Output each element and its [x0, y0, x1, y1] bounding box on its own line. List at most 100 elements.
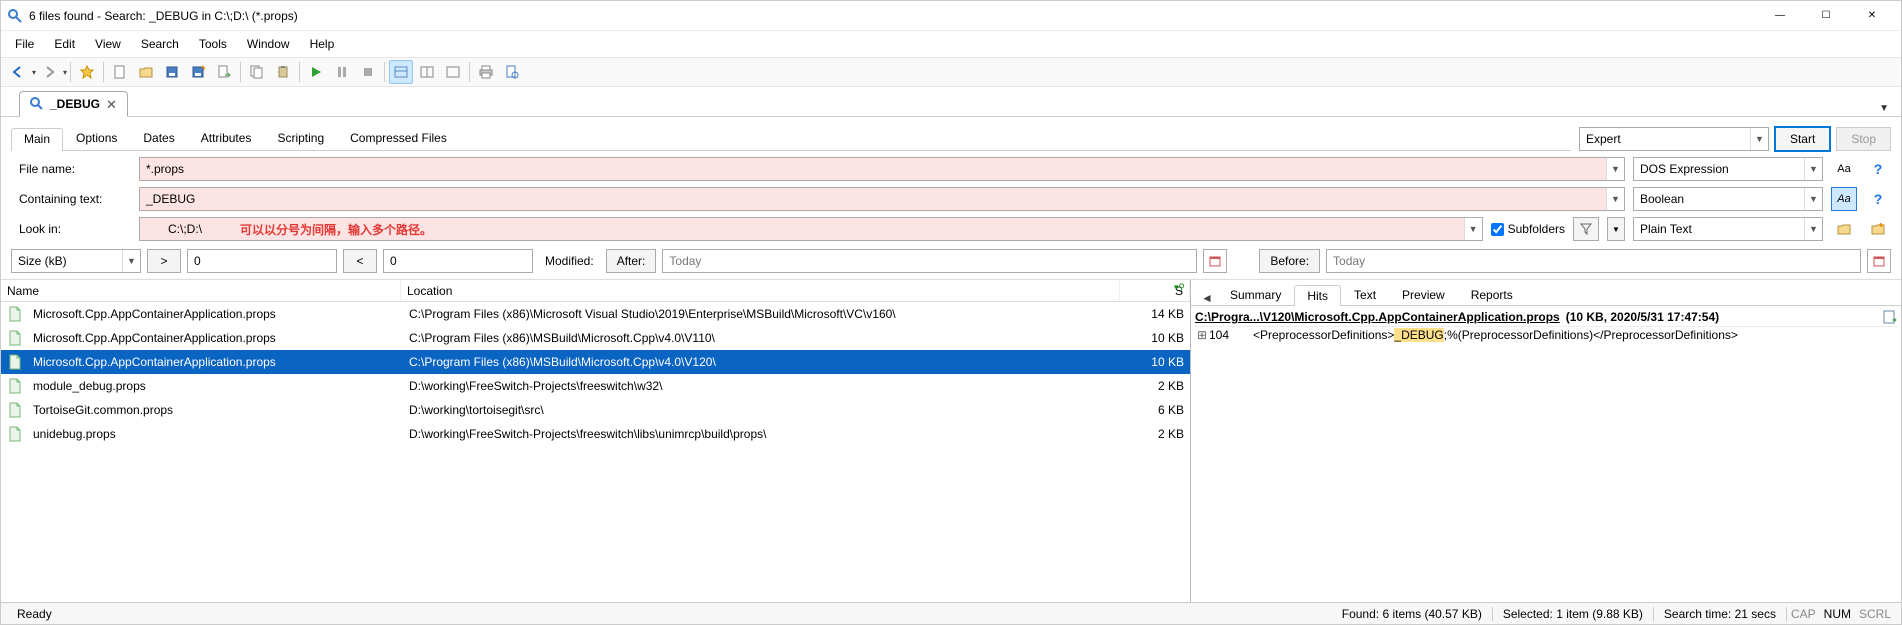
table-row[interactable]: Microsoft.Cpp.AppContainerApplication.pr… — [1, 326, 1190, 350]
results-body[interactable]: Microsoft.Cpp.AppContainerApplication.pr… — [1, 302, 1190, 602]
mode-combo[interactable]: Expert ▼ — [1579, 127, 1769, 151]
subfolders-check[interactable] — [1491, 223, 1504, 236]
gt-button[interactable]: > — [147, 249, 181, 273]
containing-input[interactable]: _DEBUG ▼ — [139, 187, 1625, 211]
chevron-down-icon[interactable]: ▼ — [1804, 218, 1822, 240]
stop-button[interactable] — [356, 60, 380, 84]
preview-tab-hits[interactable]: Hits — [1294, 285, 1341, 306]
case-toggle[interactable]: Aa — [1831, 157, 1857, 181]
run-button[interactable] — [304, 60, 328, 84]
form-tab-options[interactable]: Options — [63, 127, 130, 150]
new-search-button[interactable] — [108, 60, 132, 84]
goto-icon[interactable] — [1883, 310, 1897, 324]
preview-tab-preview[interactable]: Preview — [1389, 284, 1458, 305]
table-row[interactable]: TortoiseGit.common.propsD:\working\torto… — [1, 398, 1190, 422]
pause-button[interactable] — [330, 60, 354, 84]
hit-row[interactable]: ⊞ 104 <PreprocessorDefinitions>_DEBUG;%(… — [1195, 327, 1897, 343]
save-as-button[interactable] — [186, 60, 210, 84]
print-preview-button[interactable] — [500, 60, 524, 84]
paste-button[interactable] — [271, 60, 295, 84]
lookin-label: Look in: — [11, 222, 131, 236]
preview-tab-reports[interactable]: Reports — [1458, 284, 1526, 305]
size-min-input[interactable] — [187, 249, 337, 273]
engine-value: Boolean — [1634, 188, 1804, 210]
file-name-input[interactable]: *.props ▼ — [139, 157, 1625, 181]
preview-tab-text[interactable]: Text — [1341, 284, 1389, 305]
chevron-down-icon[interactable]: ▼ — [1464, 218, 1482, 240]
menu-search[interactable]: Search — [131, 33, 189, 55]
search-tab[interactable]: _DEBUG ✕ — [19, 91, 128, 117]
tab-close-icon[interactable]: ✕ — [106, 98, 117, 111]
chevron-down-icon[interactable]: ▼ — [122, 250, 140, 272]
after-date-input[interactable] — [662, 249, 1197, 273]
chevron-down-icon[interactable]: ▼ — [1804, 188, 1822, 210]
maximize-button[interactable]: ☐ — [1803, 1, 1849, 31]
num-indicator: NUM — [1820, 607, 1855, 621]
form-tab-main[interactable]: Main — [11, 128, 63, 151]
preview-tab-summary[interactable]: Summary — [1217, 284, 1294, 305]
size-max-input[interactable] — [383, 249, 533, 273]
filter-icon[interactable]: ▾⚲ — [1174, 282, 1185, 293]
browse-folder-button[interactable] — [1831, 217, 1857, 241]
form-tab-scripting[interactable]: Scripting — [264, 127, 337, 150]
forward-history-dropdown[interactable]: ▾ — [63, 68, 67, 77]
filter-button[interactable] — [1573, 217, 1599, 241]
size-unit-combo[interactable]: Size (kB) ▼ — [11, 249, 141, 273]
filter-dropdown[interactable]: ▼ — [1607, 217, 1625, 241]
start-button[interactable]: Start — [1775, 127, 1830, 151]
copy-button[interactable] — [245, 60, 269, 84]
chevron-down-icon[interactable]: ▼ — [1750, 128, 1768, 150]
export-button[interactable] — [212, 60, 236, 84]
case-toggle[interactable]: Aa — [1831, 187, 1857, 211]
back-history-dropdown[interactable]: ▾ — [32, 68, 36, 77]
lookin-input[interactable]: C:\;D:\ 可以以分号为间隔，输入多个路径。 ▼ — [139, 217, 1483, 241]
layout-1-button[interactable] — [389, 60, 413, 84]
add-folder-button[interactable] — [1865, 217, 1891, 241]
prev-tab-button[interactable]: ◄ — [1197, 291, 1217, 305]
tab-overflow-button[interactable]: ▼ — [1873, 101, 1895, 116]
close-button[interactable]: ✕ — [1849, 1, 1895, 31]
chevron-down-icon[interactable]: ▼ — [1606, 158, 1624, 180]
layout-3-button[interactable] — [441, 60, 465, 84]
forward-button[interactable] — [37, 60, 61, 84]
form-tabs: MainOptionsDatesAttributesScriptingCompr… — [11, 127, 460, 151]
table-row[interactable]: Microsoft.Cpp.AppContainerApplication.pr… — [1, 302, 1190, 326]
chevron-down-icon[interactable]: ▼ — [1804, 158, 1822, 180]
lt-button[interactable]: < — [343, 249, 377, 273]
save-button[interactable] — [160, 60, 184, 84]
menu-help[interactable]: Help — [300, 33, 345, 55]
file-name-engine-combo[interactable]: DOS Expression ▼ — [1633, 157, 1823, 181]
col-location[interactable]: Location — [401, 280, 1120, 301]
table-row[interactable]: module_debug.propsD:\working\FreeSwitch-… — [1, 374, 1190, 398]
expand-icon[interactable]: ⊞ — [1195, 328, 1209, 342]
cell-location: D:\working\FreeSwitch-Projects\freeswitc… — [403, 427, 1120, 441]
lookin-engine-combo[interactable]: Plain Text ▼ — [1633, 217, 1823, 241]
before-calendar-button[interactable] — [1867, 249, 1891, 273]
menu-view[interactable]: View — [85, 33, 131, 55]
preview-file-path[interactable]: C:\Progra...\V120\Microsoft.Cpp.AppConta… — [1195, 310, 1560, 324]
menu-file[interactable]: File — [5, 33, 44, 55]
col-size[interactable]: S▾⚲ — [1120, 280, 1190, 301]
form-tab-dates[interactable]: Dates — [130, 127, 187, 150]
subfolders-checkbox[interactable]: Subfolders — [1491, 222, 1565, 236]
layout-2-button[interactable] — [415, 60, 439, 84]
minimize-button[interactable]: — — [1757, 1, 1803, 31]
menu-window[interactable]: Window — [237, 33, 300, 55]
table-row[interactable]: unidebug.propsD:\working\FreeSwitch-Proj… — [1, 422, 1190, 446]
form-tab-compressed-files[interactable]: Compressed Files — [337, 127, 460, 150]
col-name[interactable]: Name — [1, 280, 401, 301]
menu-tools[interactable]: Tools — [189, 33, 237, 55]
before-date-input[interactable] — [1326, 249, 1861, 273]
open-button[interactable] — [134, 60, 158, 84]
help-file-name[interactable]: ? — [1865, 157, 1891, 181]
favorite-button[interactable] — [75, 60, 99, 84]
containing-engine-combo[interactable]: Boolean ▼ — [1633, 187, 1823, 211]
print-button[interactable] — [474, 60, 498, 84]
form-tab-attributes[interactable]: Attributes — [188, 127, 265, 150]
back-button[interactable] — [6, 60, 30, 84]
chevron-down-icon[interactable]: ▼ — [1606, 188, 1624, 210]
help-containing[interactable]: ? — [1865, 187, 1891, 211]
after-calendar-button[interactable] — [1203, 249, 1227, 273]
menu-edit[interactable]: Edit — [44, 33, 85, 55]
table-row[interactable]: Microsoft.Cpp.AppContainerApplication.pr… — [1, 350, 1190, 374]
